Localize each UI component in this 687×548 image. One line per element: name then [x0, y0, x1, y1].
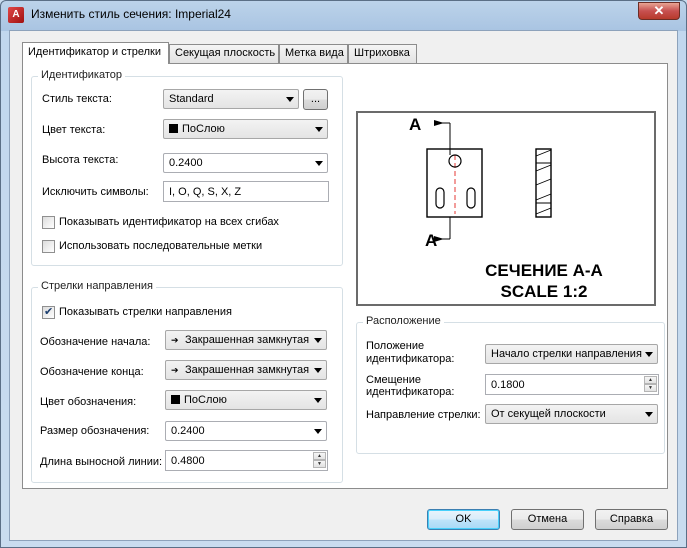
preview-marker-bottom: A: [425, 231, 438, 250]
extension-length-input[interactable]: 0.4800 ▲ ▼: [165, 450, 328, 471]
close-button[interactable]: ✕: [638, 2, 680, 20]
marker-size-value: 0.2400: [171, 425, 205, 437]
text-height-combo[interactable]: 0.2400: [163, 153, 328, 173]
identifier-group-title: Идентификатор: [38, 69, 125, 81]
show-all-bends-checkbox[interactable]: [42, 216, 55, 229]
filled-arrow-icon: ➔: [171, 335, 179, 345]
color-swatch: [169, 124, 178, 133]
arrow-direction-label: Направление стрелки:: [366, 409, 481, 421]
chevron-down-icon: [314, 368, 322, 373]
extension-length-value: 0.4800: [171, 455, 205, 467]
spin-down-icon[interactable]: ▼: [313, 460, 326, 468]
preview-marker-top: A: [409, 115, 422, 134]
exclude-chars-label: Исключить символы:: [42, 186, 149, 198]
tab-panel: Идентификатор Стиль текста: Standard ...…: [22, 63, 668, 489]
spin-up-icon[interactable]: ▲: [644, 376, 657, 384]
chevron-down-icon: [314, 338, 322, 343]
spin-up-icon[interactable]: ▲: [313, 452, 326, 460]
chevron-down-icon: [315, 161, 323, 166]
identifier-group: Идентификатор Стиль текста: Standard ...…: [31, 69, 343, 266]
marker-color-label: Цвет обозначения:: [40, 396, 137, 408]
chevron-down-icon: [315, 127, 323, 132]
chevron-down-icon: [645, 352, 653, 357]
arrow-direction-dropdown[interactable]: От секущей плоскости: [485, 404, 658, 424]
arrows-group-title: Стрелки направления: [38, 280, 156, 292]
exclude-chars-input[interactable]: I, O, Q, S, X, Z: [163, 181, 329, 202]
end-marker-dropdown[interactable]: ➔ Закрашенная замкнутая: [165, 360, 327, 380]
extension-length-label: Длина выносной линии:: [40, 456, 163, 468]
tab-hatching[interactable]: Штриховка: [348, 44, 417, 63]
text-height-label: Высота текста:: [42, 154, 119, 166]
end-marker-value: Закрашенная замкнутая: [185, 364, 310, 376]
offset-label-line2: идентификатора:: [366, 386, 455, 398]
position-label-line2: идентификатора:: [366, 353, 455, 365]
start-marker-value: Закрашенная замкнутая: [185, 334, 310, 346]
identifier-offset-input[interactable]: 0.1800 ▲ ▼: [485, 374, 659, 395]
chevron-down-icon: [645, 412, 653, 417]
marker-size-label: Размер обозначения:: [40, 425, 150, 437]
show-all-bends-label: Показывать идентификатор на всех сгибах: [59, 216, 279, 228]
position-label-line1: Положение: [366, 340, 425, 352]
preview-caption-title: СЕЧЕНИЕ A-A: [485, 261, 603, 280]
start-marker-dropdown[interactable]: ➔ Закрашенная замкнутая: [165, 330, 327, 350]
tab-view-label[interactable]: Метка вида: [279, 44, 348, 63]
app-icon: A: [8, 7, 24, 23]
text-height-value: 0.2400: [169, 157, 203, 169]
text-style-dropdown[interactable]: Standard: [163, 89, 299, 109]
spin-down-icon[interactable]: ▼: [644, 384, 657, 392]
preview-caption-scale: SCALE 1:2: [500, 282, 588, 301]
text-color-value: ПоСлою: [182, 123, 225, 135]
chevron-down-icon: [314, 398, 322, 403]
filled-arrow-icon: ➔: [171, 365, 179, 375]
identifier-position-value: Начало стрелки направления: [491, 348, 642, 360]
consecutive-labels-checkbox[interactable]: [42, 240, 55, 253]
extension-length-spinner[interactable]: ▲ ▼: [313, 452, 326, 469]
offset-label-line1: Смещение: [366, 374, 422, 386]
dialog-window: A Изменить стиль сечения: Imperial24 ✕ И…: [0, 0, 687, 548]
preview-pane: A A СЕЧЕНИЕ A-A SCALE 1:2: [356, 111, 656, 306]
help-button[interactable]: Справка: [595, 509, 668, 530]
arrows-group: Стрелки направления Показывать стрелки н…: [31, 280, 343, 483]
dialog-body: Идентификатор и стрелки Секущая плоскост…: [9, 30, 678, 541]
tab-identifier-arrows[interactable]: Идентификатор и стрелки: [22, 42, 169, 64]
identifier-offset-value: 0.1800: [491, 379, 525, 391]
show-arrows-checkbox[interactable]: [42, 305, 55, 319]
tab-cutting-plane[interactable]: Секущая плоскость: [169, 44, 279, 63]
text-color-dropdown[interactable]: ПоСлою: [163, 119, 328, 139]
color-swatch: [171, 395, 180, 404]
location-group-title: Расположение: [363, 315, 444, 327]
identifier-offset-spinner[interactable]: ▲ ▼: [644, 376, 657, 393]
cancel-button[interactable]: Отмена: [511, 509, 584, 530]
marker-color-dropdown[interactable]: ПоСлою: [165, 390, 327, 410]
window-title: Изменить стиль сечения: Imperial24: [31, 7, 231, 21]
arrow-direction-value: От секущей плоскости: [491, 408, 606, 420]
identifier-position-dropdown[interactable]: Начало стрелки направления: [485, 344, 658, 364]
text-color-label: Цвет текста:: [42, 124, 106, 136]
text-style-label: Стиль текста:: [42, 93, 112, 105]
end-marker-label: Обозначение конца:: [40, 366, 144, 378]
ok-button[interactable]: OK: [427, 509, 500, 530]
start-marker-label: Обозначение начала:: [40, 336, 151, 348]
marker-color-value: ПоСлою: [184, 394, 227, 406]
marker-size-combo[interactable]: 0.2400: [165, 421, 327, 441]
chevron-down-icon: [314, 429, 322, 434]
consecutive-labels-label: Использовать последовательные метки: [59, 240, 263, 252]
title-bar[interactable]: A Изменить стиль сечения: Imperial24 ✕: [1, 1, 686, 29]
chevron-down-icon: [286, 97, 294, 102]
text-style-value: Standard: [169, 93, 214, 105]
text-style-browse-button[interactable]: ...: [303, 89, 328, 110]
location-group: Расположение Положение идентификатора: Н…: [356, 315, 665, 454]
show-arrows-label: Показывать стрелки направления: [59, 306, 232, 318]
